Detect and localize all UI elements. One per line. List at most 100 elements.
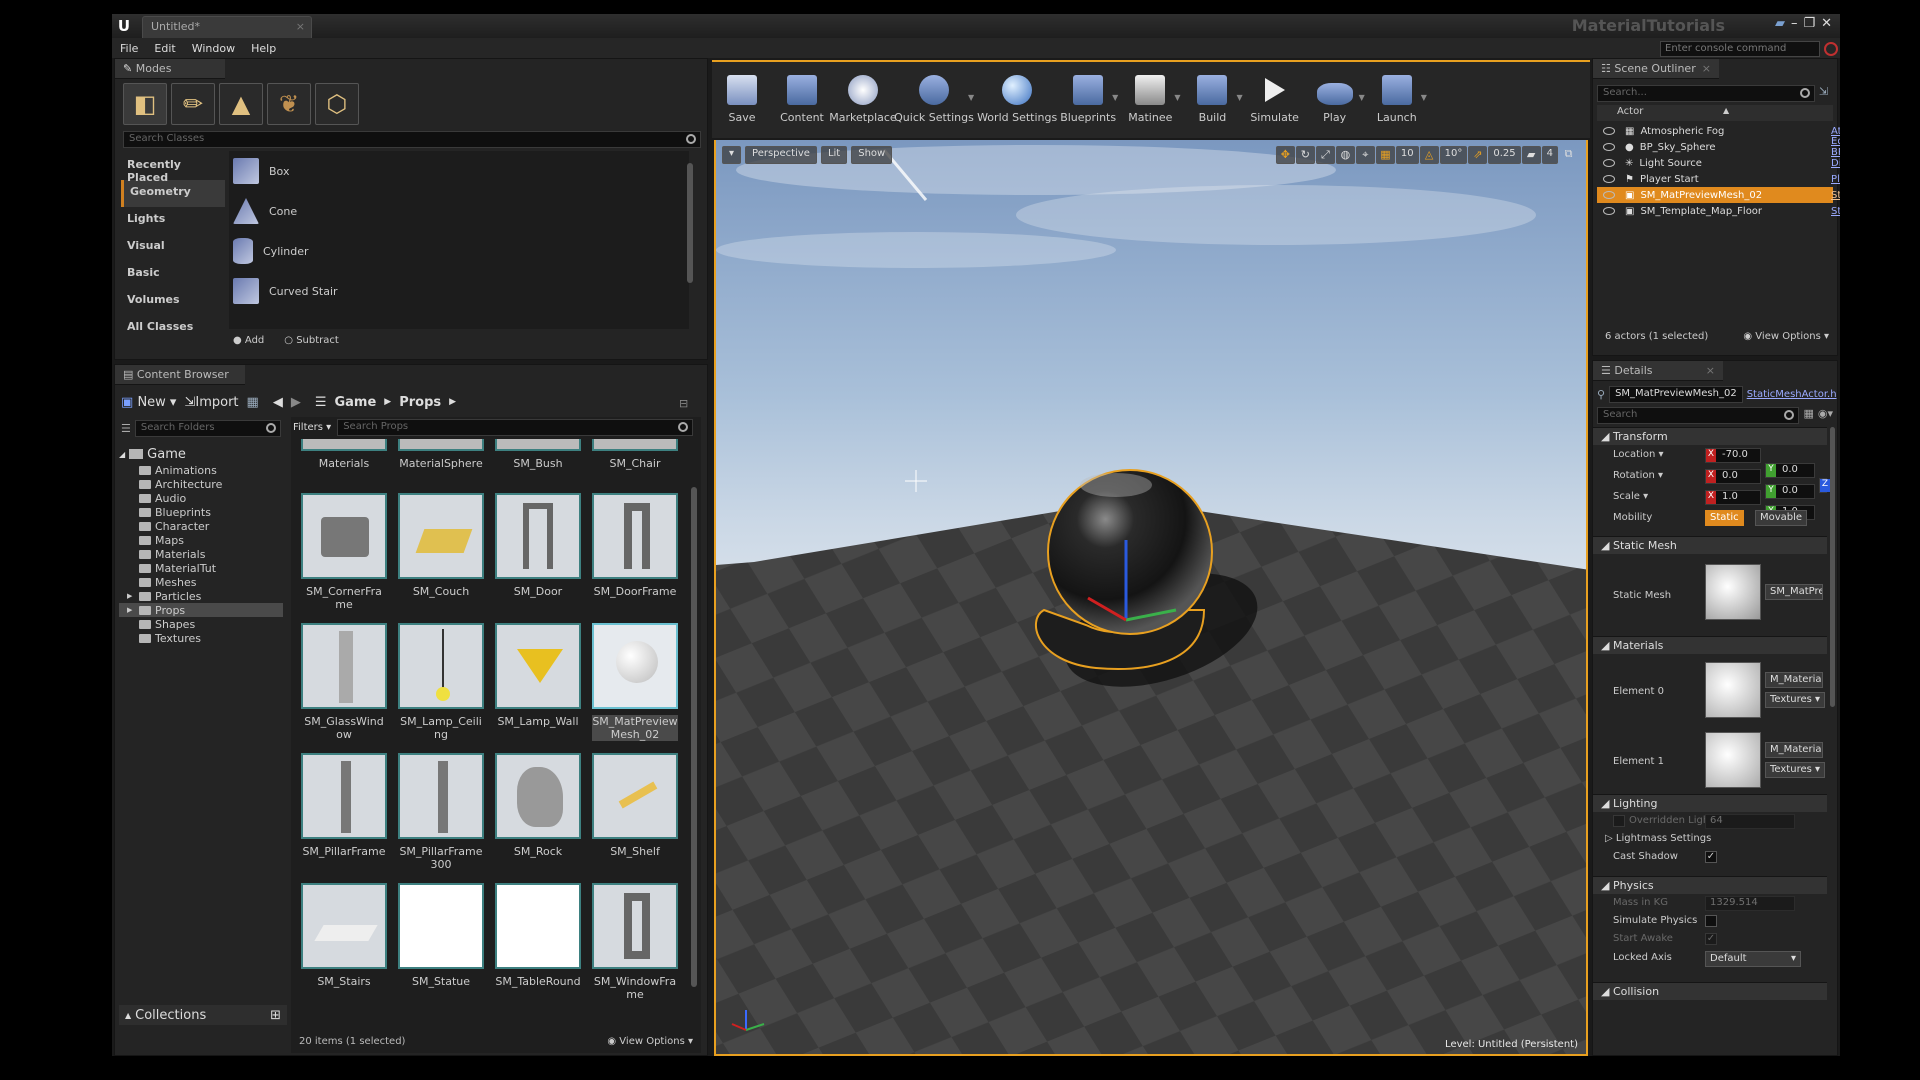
asset-tile[interactable]: SM_DoorFrame	[592, 493, 678, 598]
close-icon[interactable]: ×	[1702, 62, 1711, 75]
chevron-down-icon[interactable]: ▼	[1421, 93, 1427, 102]
level-viewport[interactable]: ▾ Perspective Lit Show ✥ ↻ ⤢ ◍ ⌖ ▦ 10 ◬ …	[714, 140, 1588, 1056]
category-lights[interactable]: Lights	[121, 207, 225, 234]
asset-search-input[interactable]: Search Props	[337, 419, 693, 436]
asset-tile[interactable]: SM_PillarFrame300	[398, 753, 484, 871]
overridden-light-checkbox[interactable]	[1613, 815, 1625, 827]
new-button[interactable]: ▣ New ▾	[121, 395, 176, 410]
asset-tile[interactable]: SM_Rock	[495, 753, 581, 858]
simulate-button[interactable]: Simulate	[1245, 66, 1305, 128]
tree-folder[interactable]: Maps	[119, 533, 283, 547]
outliner-row[interactable]: ●BP_Sky_SphereEdit BP_Sky_Sphe	[1597, 136, 1840, 158]
category-all-classes[interactable]: All Classes	[121, 315, 225, 342]
content-button[interactable]: Content	[772, 66, 832, 128]
shape-list-scrollbar[interactable]	[687, 163, 693, 283]
grid-snap-icon[interactable]: ▦	[1375, 146, 1395, 164]
outliner-row[interactable]: ▣ SM_Template_Map_Floor StaticMeshActor	[1597, 203, 1840, 219]
asset-tile[interactable]: SM_Door	[495, 493, 581, 598]
static-mesh-section-header[interactable]: ◢ Static Mesh	[1593, 536, 1827, 554]
tree-folder[interactable]: Materials	[119, 547, 283, 561]
asset-tile[interactable]: Materials	[301, 439, 387, 470]
lighting-section-header[interactable]: ◢ Lighting	[1593, 794, 1827, 812]
play-button[interactable]: Play	[1305, 66, 1365, 128]
filters-button[interactable]: Filters ▾	[293, 422, 331, 433]
tree-folder[interactable]: Textures	[119, 631, 283, 645]
scale-x-field[interactable]: X 1.0	[1705, 490, 1761, 505]
category-volumes[interactable]: Volumes	[121, 288, 225, 315]
category-geometry[interactable]: Geometry	[121, 180, 225, 207]
console-input[interactable]: Enter console command	[1660, 41, 1820, 57]
actor-type-link[interactable]: StaticMeshActor	[1831, 206, 1840, 217]
landscape-mode-icon[interactable]: ▲	[219, 83, 263, 125]
asset-grid-scrollbar[interactable]	[691, 487, 697, 987]
show-button[interactable]: Show	[851, 146, 893, 164]
materials-section-header[interactable]: ◢ Materials	[1593, 636, 1827, 654]
class-link[interactable]: StaticMeshActor.h	[1747, 389, 1837, 400]
modes-tab[interactable]: ✎ Modes	[115, 59, 225, 79]
lit-button[interactable]: Lit	[820, 146, 848, 164]
scale-icon[interactable]: ⤢	[1315, 146, 1335, 164]
collision-section-header[interactable]: ◢ Collision	[1593, 982, 1827, 1000]
outliner-row[interactable]: ✳ Light Source DirectionalLight	[1597, 155, 1840, 171]
folder-list-icon[interactable]: ☰	[121, 422, 131, 435]
forward-icon[interactable]: ▶	[291, 395, 301, 410]
tree-folder[interactable]: Audio	[119, 491, 283, 505]
collections-header[interactable]: ▲ Collections ⊞	[119, 1005, 287, 1025]
shape-cone[interactable]: Cone	[229, 191, 689, 231]
eye-icon[interactable]	[1603, 143, 1615, 151]
scene-outliner-tab[interactable]: ☷ Scene Outliner ×	[1593, 59, 1719, 79]
asset-tile[interactable]: SM_Bush	[495, 439, 581, 470]
property-matrix-icon[interactable]: ▦	[1803, 407, 1813, 424]
rotation-x-field[interactable]: X 0.0	[1705, 469, 1761, 484]
category-recently-placed[interactable]: Recently Placed	[121, 153, 225, 184]
world-space-icon[interactable]: ◍	[1335, 146, 1355, 164]
rotation-snap-icon[interactable]: ◬	[1419, 146, 1439, 164]
perspective-button[interactable]: Perspective	[745, 146, 817, 164]
tree-root-game[interactable]: ◢ Game	[119, 445, 283, 463]
asset-tile[interactable]: SM_CornerFrame	[301, 493, 387, 611]
mobility-movable-button[interactable]: Movable	[1755, 510, 1808, 526]
outliner-view-options-button[interactable]: ◉ View Options ▾	[1743, 331, 1829, 342]
outliner-row-selected[interactable]: ▣ SM_MatPreviewMesh_02 StaticMeshActor	[1597, 187, 1840, 203]
eye-icon[interactable]: ◉▾	[1818, 407, 1833, 424]
static-mesh-thumbnail[interactable]	[1705, 564, 1761, 620]
expand-arrow-icon[interactable]: ▶	[127, 606, 132, 614]
asset-tile[interactable]: SM_PillarFrame	[301, 753, 387, 858]
maximize-icon[interactable]: ❐	[1803, 16, 1815, 31]
menu-window[interactable]: Window	[192, 42, 235, 55]
world-settings-button[interactable]: World Settings	[976, 66, 1058, 128]
marketplace-button[interactable]: Marketplace	[829, 66, 897, 128]
asset-tile[interactable]: SM_Shelf	[592, 753, 678, 858]
tree-folder[interactable]: MaterialTut	[119, 561, 283, 575]
tree-folder[interactable]: Meshes	[119, 575, 283, 589]
category-visual[interactable]: Visual	[121, 234, 225, 261]
stop-icon[interactable]	[1824, 42, 1838, 56]
details-search-input[interactable]: Search	[1597, 407, 1800, 424]
scale-snap-icon[interactable]: ⇗	[1468, 146, 1488, 164]
close-icon[interactable]: ×	[1706, 364, 1715, 377]
details-tab[interactable]: ☰ Details ×	[1593, 361, 1723, 381]
close-window-icon[interactable]: ✕	[1821, 16, 1832, 31]
move-icon[interactable]: ✥	[1275, 146, 1295, 164]
asset-tile[interactable]: SM_Lamp_Wall	[495, 623, 581, 728]
build-button[interactable]: Build	[1182, 66, 1242, 128]
menu-file[interactable]: File	[120, 42, 138, 55]
path-props[interactable]: Props	[399, 395, 441, 410]
shape-box[interactable]: Box	[229, 151, 689, 191]
chevron-down-icon[interactable]: ▼	[968, 93, 974, 102]
shape-curved-stair[interactable]: Curved Stair	[229, 271, 689, 311]
menu-help[interactable]: Help	[251, 42, 276, 55]
asset-tile[interactable]: SM_Chair	[592, 439, 678, 470]
asset-tile[interactable]: MaterialSphere	[398, 439, 484, 470]
transform-section-header[interactable]: ◢ Transform	[1593, 427, 1827, 445]
add-radio[interactable]: ● Add	[233, 335, 264, 346]
tree-folder[interactable]: Architecture	[119, 477, 283, 491]
tree-folder[interactable]: Blueprints	[119, 505, 283, 519]
asset-tile[interactable]: SM_WindowFrame	[592, 883, 678, 1001]
asset-tile[interactable]: SM_Stairs	[301, 883, 387, 988]
shape-cylinder[interactable]: Cylinder	[229, 231, 689, 271]
cast-shadow-checkbox[interactable]: ✓	[1705, 851, 1717, 863]
maximize-viewport-icon[interactable]: ⧉	[1559, 146, 1578, 164]
location-x-field[interactable]: X -70.0	[1705, 448, 1761, 463]
material-0-textures-dropdown[interactable]: Textures ▾	[1765, 692, 1826, 708]
